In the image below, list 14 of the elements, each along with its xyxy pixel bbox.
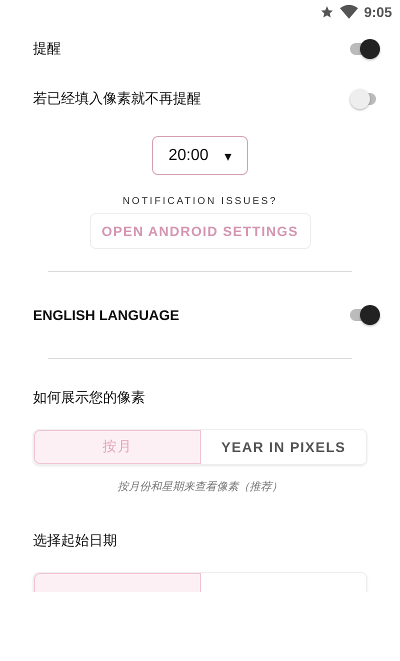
setting-label: 若已经填入像素就不再提醒 [33, 90, 201, 108]
setting-label: 提醒 [33, 40, 61, 58]
caption-text: 按月份和星期来查看像素（推荐） [118, 479, 282, 494]
wifi-icon [340, 5, 358, 19]
status-time: 9:05 [364, 4, 392, 20]
section-title: 选择起始日期 [32, 532, 118, 550]
setting-label: ENGLISH LANGUAGE [33, 307, 180, 323]
star-icon [320, 5, 334, 19]
segment-tab[interactable]: YEAR IN PIXELS [201, 430, 366, 464]
toggle-switch[interactable] [350, 38, 380, 60]
time-dropdown[interactable]: 20:00 ▾ [152, 136, 248, 175]
section-title: 如何展示您的像素 [32, 389, 146, 407]
toggle-switch[interactable] [350, 304, 380, 326]
notification-issues-label: NOTIFICATION ISSUES? [122, 196, 278, 207]
